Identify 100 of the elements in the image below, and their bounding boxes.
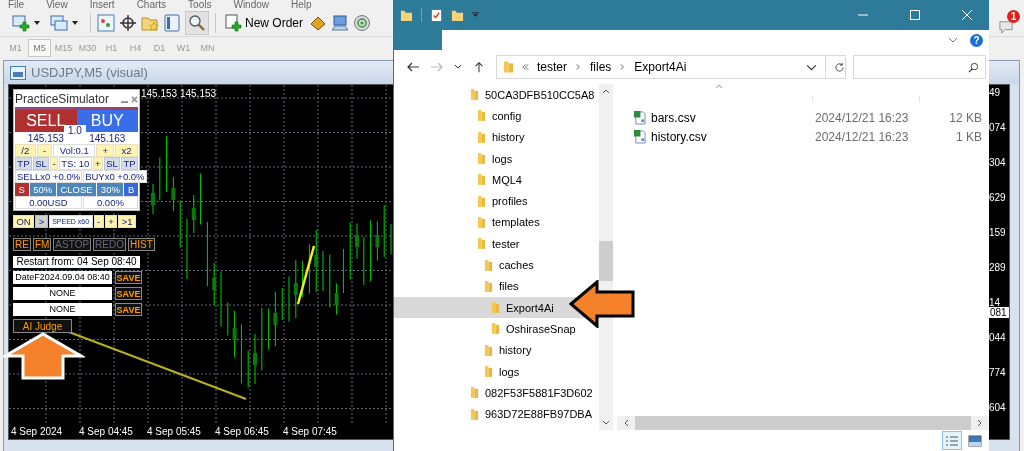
mode-button[interactable]: FM bbox=[32, 238, 52, 251]
restart-label: Restart from: 04 Sep 08:40 bbox=[13, 256, 140, 268]
tree-item[interactable]: profiles bbox=[394, 190, 528, 212]
menu-item[interactable]: View bbox=[46, 0, 68, 10]
tree-item[interactable]: 963D72E88FB97DBA bbox=[394, 403, 592, 425]
tree-item[interactable]: tester bbox=[394, 233, 520, 255]
scroll-left-icon[interactable] bbox=[623, 419, 629, 427]
caret-icon[interactable] bbox=[454, 64, 462, 70]
menu-item[interactable]: Help bbox=[291, 0, 312, 10]
properties-icon[interactable] bbox=[430, 8, 443, 22]
candlestick bbox=[349, 222, 351, 280]
tree-item[interactable]: 082F53F5881F3D602 bbox=[394, 382, 593, 404]
scroll-right-icon[interactable] bbox=[977, 419, 983, 427]
scroll-up-icon[interactable] bbox=[602, 88, 610, 94]
tree-item[interactable]: history bbox=[394, 126, 525, 148]
candlestick bbox=[273, 291, 278, 347]
panel-button[interactable]: + bbox=[96, 144, 115, 157]
candlestick bbox=[186, 218, 188, 280]
menu-item[interactable]: Tools bbox=[188, 0, 212, 10]
signal-icon[interactable] bbox=[353, 14, 371, 32]
close-icon[interactable] bbox=[131, 95, 138, 103]
search-field[interactable] bbox=[853, 55, 986, 79]
menu-item[interactable]: Window bbox=[233, 0, 270, 10]
menu-item[interactable]: File bbox=[8, 0, 25, 10]
panel-button[interactable]: CLOSE bbox=[56, 183, 97, 196]
save-button[interactable]: SAVE bbox=[115, 271, 142, 284]
terminal-icon[interactable] bbox=[331, 14, 349, 32]
playback-button[interactable]: ON bbox=[13, 215, 35, 228]
maximize-icon[interactable] bbox=[909, 9, 921, 21]
file-row[interactable]: bars.csv 2024/12/21 16:23 12 KB bbox=[613, 108, 989, 127]
value-display: 0.00% bbox=[82, 196, 138, 209]
panel-button[interactable]: S bbox=[15, 183, 29, 196]
scroll-down-icon[interactable] bbox=[602, 420, 610, 426]
spreadsheet-file-icon bbox=[633, 129, 646, 144]
tree-item[interactable]: files bbox=[394, 275, 519, 297]
price-axis-label: 774 bbox=[989, 367, 1006, 378]
up-icon[interactable] bbox=[472, 61, 486, 73]
playback-button[interactable]: + bbox=[104, 215, 118, 228]
crosshair-icon[interactable] bbox=[119, 14, 137, 32]
time-axis-label: 4 Sep 07:45 bbox=[283, 426, 338, 437]
breadcrumb-link[interactable]: Export4Ai bbox=[634, 60, 687, 74]
chevron-icon[interactable] bbox=[948, 37, 958, 43]
playback-button[interactable]: - bbox=[93, 215, 104, 228]
menu-item[interactable]: Insert bbox=[89, 0, 115, 10]
new-order-button[interactable]: New Order bbox=[222, 14, 305, 32]
panel-button[interactable]: + bbox=[92, 157, 103, 170]
navigator-icon[interactable] bbox=[163, 14, 181, 32]
sort-caret-icon[interactable] bbox=[715, 84, 723, 89]
add-chart-icon[interactable] bbox=[12, 14, 30, 32]
panel-button[interactable]: TP bbox=[15, 157, 32, 170]
mode-button[interactable]: RE bbox=[13, 238, 31, 251]
caret-icon[interactable] bbox=[34, 21, 40, 25]
folder-icon bbox=[484, 343, 493, 357]
panel-button[interactable]: - bbox=[36, 144, 53, 157]
panel-button[interactable]: 50% bbox=[29, 183, 56, 196]
book-icon[interactable] bbox=[309, 14, 327, 32]
notification-badge: 1 bbox=[1007, 10, 1020, 23]
chat-bubble-icon[interactable] bbox=[998, 20, 1014, 34]
tree-item[interactable]: OshiraseSnap bbox=[394, 318, 576, 340]
panel-button[interactable]: x2 bbox=[115, 144, 138, 157]
folder-star-icon[interactable] bbox=[141, 14, 159, 32]
tree-item[interactable]: templates bbox=[394, 211, 540, 234]
mode-button[interactable]: HIST bbox=[128, 238, 155, 251]
playback-button[interactable]: >1 bbox=[118, 215, 136, 228]
breadcrumb-link[interactable]: tester bbox=[537, 60, 567, 74]
refresh-icon[interactable] bbox=[834, 61, 845, 73]
tree-item[interactable]: caches bbox=[394, 254, 534, 276]
tree-item[interactable]: logs bbox=[394, 147, 513, 170]
caret-icon[interactable] bbox=[72, 21, 78, 25]
help-button[interactable]: ? bbox=[970, 33, 983, 47]
candlestick bbox=[171, 176, 176, 212]
zoom-button[interactable] bbox=[185, 11, 209, 35]
scrollbar-thumb[interactable] bbox=[599, 241, 613, 281]
tree-item[interactable]: config bbox=[394, 105, 522, 127]
ai-judge-button[interactable]: AI Judge bbox=[13, 319, 72, 333]
save-button[interactable]: SAVE bbox=[115, 287, 142, 300]
panel-button[interactable]: B bbox=[124, 183, 139, 196]
playback-button[interactable]: > bbox=[35, 215, 48, 228]
panel-button[interactable]: TP bbox=[121, 157, 138, 170]
folder-icon[interactable] bbox=[451, 8, 464, 22]
panel-button[interactable]: - bbox=[50, 157, 58, 170]
address-bar[interactable]: tester files Export4Ai bbox=[496, 55, 846, 79]
save-button[interactable]: SAVE bbox=[115, 303, 142, 316]
menu-item[interactable]: Charts bbox=[136, 0, 167, 10]
scrollbar[interactable] bbox=[599, 84, 613, 430]
file-row[interactable]: history.csv 2024/12/21 16:23 1 KB bbox=[613, 127, 989, 146]
price-axis-label: 604 bbox=[989, 402, 1006, 413]
folder-icon[interactable] bbox=[400, 8, 413, 22]
tree-item[interactable]: 50CA3DFB510CC5A8 bbox=[394, 84, 595, 106]
panel-button[interactable]: 30% bbox=[97, 183, 124, 196]
back-icon[interactable] bbox=[406, 61, 420, 73]
breadcrumb-link[interactable]: files bbox=[590, 60, 612, 74]
panel-button[interactable]: SL bbox=[103, 157, 121, 170]
timeframe-button[interactable]: M5 bbox=[28, 38, 51, 57]
tree-item[interactable]: history bbox=[394, 339, 532, 361]
candlestick bbox=[363, 236, 365, 286]
panel-button[interactable]: /2 bbox=[15, 144, 36, 157]
tree-item[interactable]: MQL4 bbox=[394, 169, 522, 191]
tree-item[interactable]: logs bbox=[394, 360, 520, 383]
panel-button[interactable]: SL bbox=[32, 157, 50, 170]
